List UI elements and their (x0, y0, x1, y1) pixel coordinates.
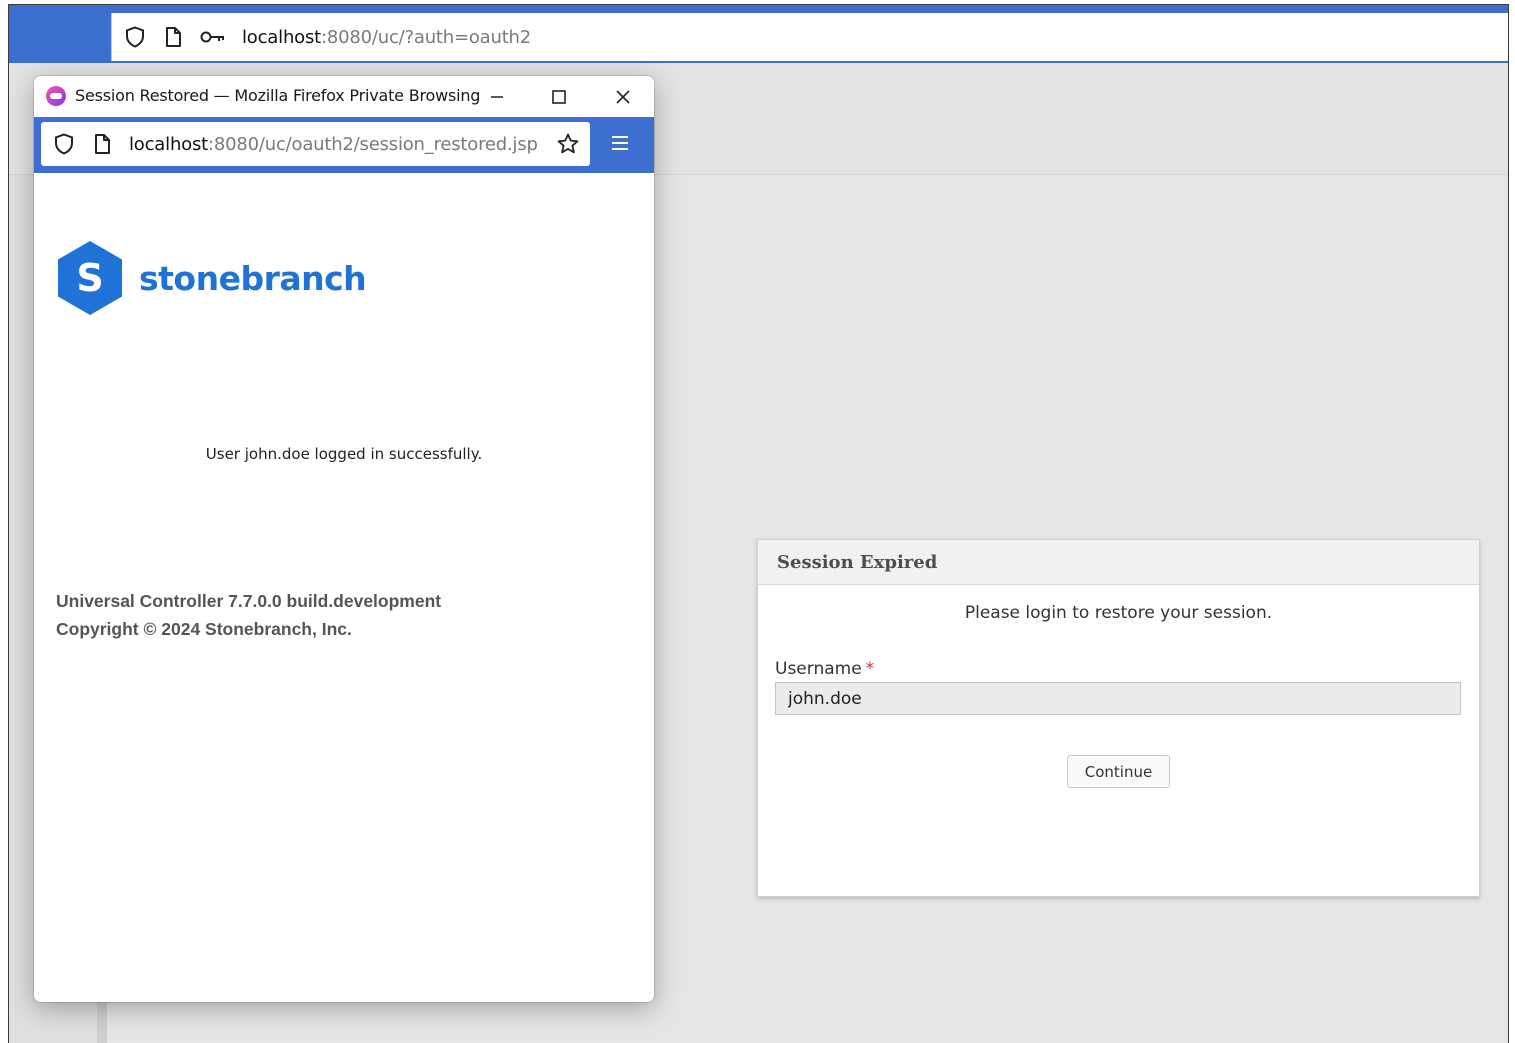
shield-icon[interactable] (124, 26, 146, 48)
continue-button[interactable]: Continue (1067, 755, 1170, 788)
close-icon[interactable] (610, 84, 636, 110)
bookmark-star-icon[interactable] (556, 132, 580, 156)
stonebranch-logo: S stonebranch (55, 239, 367, 317)
popup-page-content: S stonebranch User john.doe logged in su… (34, 173, 654, 1002)
logo-letter: S (76, 256, 103, 300)
private-browsing-icon (46, 86, 66, 106)
username-label: Username * (775, 659, 874, 679)
url-path: :8080/uc/oauth2/session_restored.jsp (208, 133, 538, 155)
url-host: localhost (242, 26, 321, 48)
outer-address-bar[interactable]: localhost:8080/uc/?auth=oauth2 (111, 13, 1508, 61)
username-label-text: Username (775, 659, 862, 679)
required-marker: * (865, 659, 875, 679)
popup-window: Session Restored — Mozilla Firefox Priva… (34, 76, 654, 1002)
stonebranch-hexagon-icon: S (58, 241, 122, 315)
shield-icon[interactable] (53, 133, 75, 155)
maximize-icon[interactable] (546, 84, 572, 110)
popup-window-title: Session Restored — Mozilla Firefox Priva… (75, 86, 481, 105)
session-expired-dialog: Session Expired Please login to restore … (757, 539, 1480, 897)
minimize-icon[interactable] (484, 84, 510, 110)
dialog-message: Please login to restore your session. (964, 603, 1273, 623)
popup-title-bar[interactable]: Session Restored — Mozilla Firefox Priva… (34, 76, 654, 117)
page-icon (162, 26, 184, 48)
brand-name: stonebranch (139, 258, 367, 298)
url-path: :8080/uc/?auth=oauth2 (321, 26, 532, 48)
hamburger-menu-icon[interactable] (609, 134, 631, 154)
outer-url[interactable]: localhost:8080/uc/?auth=oauth2 (242, 27, 531, 48)
key-icon[interactable] (200, 26, 226, 48)
username-field[interactable] (775, 682, 1461, 715)
dialog-title: Session Expired (777, 551, 938, 573)
popup-address-bar[interactable]: localhost:8080/uc/oauth2/session_restore… (41, 122, 590, 166)
dialog-header: Session Expired (758, 540, 1479, 585)
url-host: localhost (129, 133, 208, 155)
page-icon (91, 133, 113, 155)
popup-url[interactable]: localhost:8080/uc/oauth2/session_restore… (129, 134, 538, 155)
popup-nav-bar: localhost:8080/uc/oauth2/session_restore… (34, 117, 654, 173)
copyright-text: Copyright © 2024 Stonebranch, Inc. (56, 619, 352, 639)
version-text: Universal Controller 7.7.0.0 build.devel… (56, 591, 442, 611)
outer-browser-toolbar: localhost:8080/uc/?auth=oauth2 (9, 5, 1508, 63)
login-success-message: User john.doe logged in successfully. (205, 445, 483, 463)
